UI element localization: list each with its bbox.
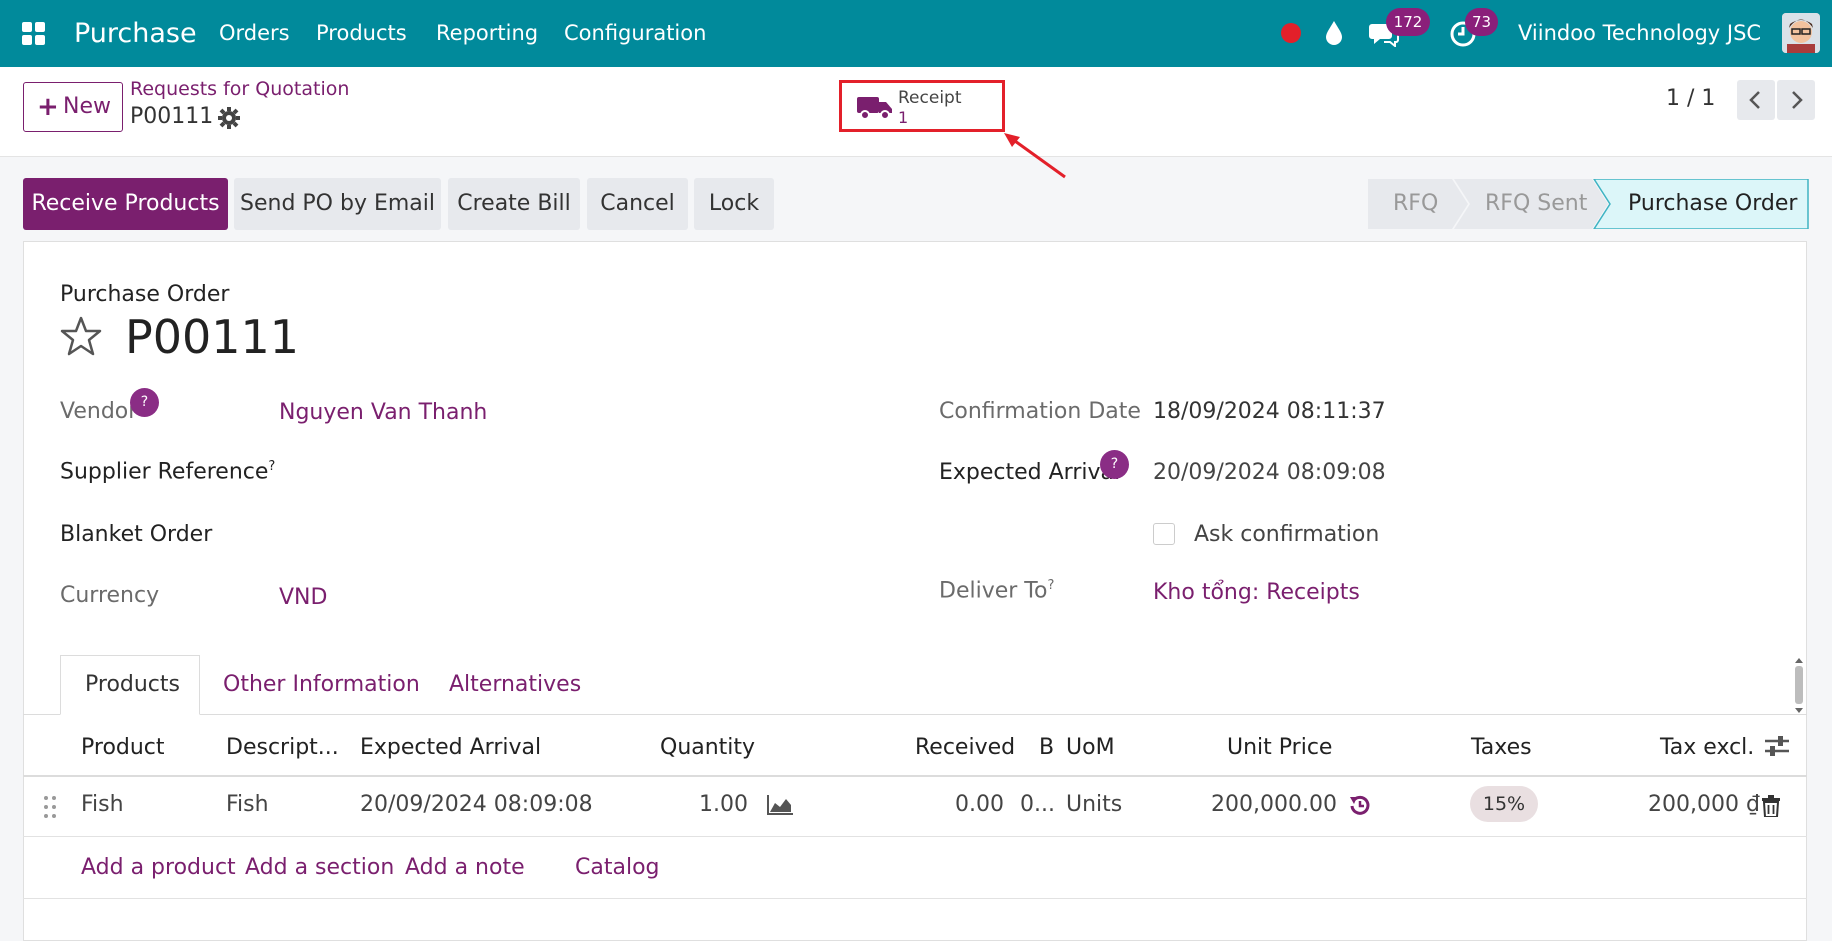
line-description[interactable]: Fish	[226, 792, 269, 817]
plus-icon: +	[37, 92, 59, 122]
scrollbar[interactable]	[1793, 658, 1805, 714]
vendor-field[interactable]: Nguyen Van Thanh	[279, 400, 487, 425]
line-expected-arrival[interactable]: 20/09/2024 08:09:08	[360, 792, 593, 817]
gear-icon[interactable]	[218, 107, 240, 129]
trash-icon[interactable]	[1762, 795, 1780, 818]
messages-count-badge: 172	[1386, 8, 1430, 36]
forecast-chart-icon[interactable]	[767, 795, 793, 815]
record-dot-icon[interactable]	[1281, 23, 1301, 43]
currency-field[interactable]: VND	[279, 585, 327, 610]
new-button-label: New	[63, 94, 111, 119]
activities-count-badge: 73	[1465, 8, 1499, 36]
ask-confirmation-checkbox[interactable]	[1153, 523, 1175, 545]
supplier-reference-text: Supplier Reference	[60, 459, 269, 485]
truck-icon	[857, 94, 893, 122]
expected-arrival-help-icon[interactable]: ?	[1100, 450, 1129, 479]
apps-menu-icon[interactable]	[22, 22, 46, 46]
stage-rfq-sent[interactable]: RFQ Sent	[1485, 179, 1587, 229]
drag-handle-icon[interactable]	[43, 795, 57, 819]
col-taxes[interactable]: Taxes	[1471, 735, 1532, 760]
stage-purchase-order[interactable]: Purchase Order	[1628, 179, 1797, 229]
blanket-order-label: Blanket Order	[60, 522, 213, 547]
app-name[interactable]: Purchase	[74, 0, 197, 67]
record-title: P00111	[125, 310, 300, 364]
add-product-link[interactable]: Add a product	[81, 855, 236, 880]
line-subtotal: 200,000 ₫	[1648, 792, 1760, 817]
expected-arrival-field[interactable]: 20/09/2024 08:09:08	[1153, 460, 1386, 485]
confirmation-date-label: Confirmation Date	[939, 399, 1141, 424]
line-unit-price[interactable]: 200,000.00	[1211, 792, 1337, 817]
vendor-help-icon[interactable]: ?	[130, 388, 159, 417]
lock-button[interactable]: Lock	[694, 178, 774, 230]
col-tax-excl[interactable]: Tax excl.	[1660, 735, 1754, 760]
create-bill-button[interactable]: Create Bill	[448, 178, 580, 230]
line-product[interactable]: Fish	[81, 792, 124, 817]
vendor-label: Vendor	[60, 399, 138, 424]
pager-next-button[interactable]	[1777, 80, 1815, 120]
line-billed: 0...	[1020, 792, 1055, 817]
annotation-arrow	[1004, 133, 1066, 179]
tab-alternatives[interactable]: Alternatives	[449, 655, 581, 715]
table-bottom-divider	[23, 898, 1807, 899]
tax-badge[interactable]: 15%	[1470, 786, 1538, 822]
col-product[interactable]: Product	[81, 735, 165, 760]
menu-configuration[interactable]: Configuration	[564, 0, 706, 67]
col-unit-price[interactable]: Unit Price	[1227, 735, 1332, 760]
cancel-button[interactable]: Cancel	[587, 178, 688, 230]
record-type-label: Purchase Order	[60, 282, 230, 307]
col-quantity[interactable]: Quantity	[660, 735, 755, 760]
table-row[interactable]	[23, 777, 1807, 837]
supplier-reference-help[interactable]: ?	[268, 459, 275, 474]
send-po-email-button[interactable]: Send PO by Email	[234, 178, 441, 230]
company-switcher[interactable]: Viindoo Technology JSC	[1518, 0, 1761, 67]
pager-prev-button[interactable]	[1737, 80, 1775, 120]
drop-icon[interactable]	[1323, 19, 1345, 47]
catalog-link[interactable]: Catalog	[575, 855, 660, 880]
line-received: 0.00	[955, 792, 1004, 817]
receipt-label: Receipt	[898, 88, 962, 108]
deliver-to-field[interactable]: Kho tổng: Receipts	[1153, 580, 1360, 605]
menu-orders[interactable]: Orders	[219, 0, 290, 67]
currency-label: Currency	[60, 583, 160, 608]
col-billed[interactable]: B	[1039, 735, 1054, 760]
tab-products[interactable]: Products	[85, 655, 180, 715]
breadcrumb-current: P00111	[130, 104, 214, 129]
ask-confirmation-label: Ask confirmation	[1194, 522, 1380, 547]
optional-columns-icon[interactable]	[1765, 735, 1789, 757]
add-note-link[interactable]: Add a note	[405, 855, 525, 880]
receipt-count: 1	[898, 108, 909, 127]
user-avatar[interactable]	[1782, 13, 1820, 53]
deliver-to-label: Deliver To?	[939, 578, 1054, 603]
col-expected-arrival[interactable]: Expected Arrival	[360, 735, 541, 760]
col-description[interactable]: Descript...	[226, 735, 339, 760]
receipt-smart-button[interactable]: Receipt 1	[839, 80, 1005, 132]
add-section-link[interactable]: Add a section	[245, 855, 394, 880]
breadcrumb-parent[interactable]: Requests for Quotation	[130, 78, 349, 100]
line-quantity[interactable]: 1.00	[699, 792, 748, 817]
receive-products-button[interactable]: Receive Products	[23, 178, 228, 230]
deliver-to-help[interactable]: ?	[1047, 578, 1054, 593]
deliver-to-text: Deliver To	[939, 578, 1048, 604]
stage-rfq[interactable]: RFQ	[1393, 179, 1438, 229]
price-history-icon[interactable]	[1349, 794, 1371, 816]
line-uom[interactable]: Units	[1066, 792, 1122, 817]
col-received[interactable]: Received	[915, 735, 1015, 760]
col-uom[interactable]: UoM	[1066, 735, 1115, 760]
new-button[interactable]: + New	[23, 82, 123, 132]
tab-other-information[interactable]: Other Information	[223, 655, 420, 715]
confirmation-date-field[interactable]: 18/09/2024 08:11:37	[1153, 399, 1386, 424]
menu-reporting[interactable]: Reporting	[436, 0, 538, 67]
menu-products[interactable]: Products	[316, 0, 407, 67]
expected-arrival-label: Expected Arrival	[939, 460, 1121, 485]
favorite-star-icon[interactable]	[60, 316, 102, 356]
top-navbar: Purchase Orders Products Reporting Confi…	[0, 0, 1832, 67]
supplier-reference-label: Supplier Reference?	[60, 459, 275, 484]
pager-value[interactable]: 1 / 1	[1666, 86, 1715, 111]
